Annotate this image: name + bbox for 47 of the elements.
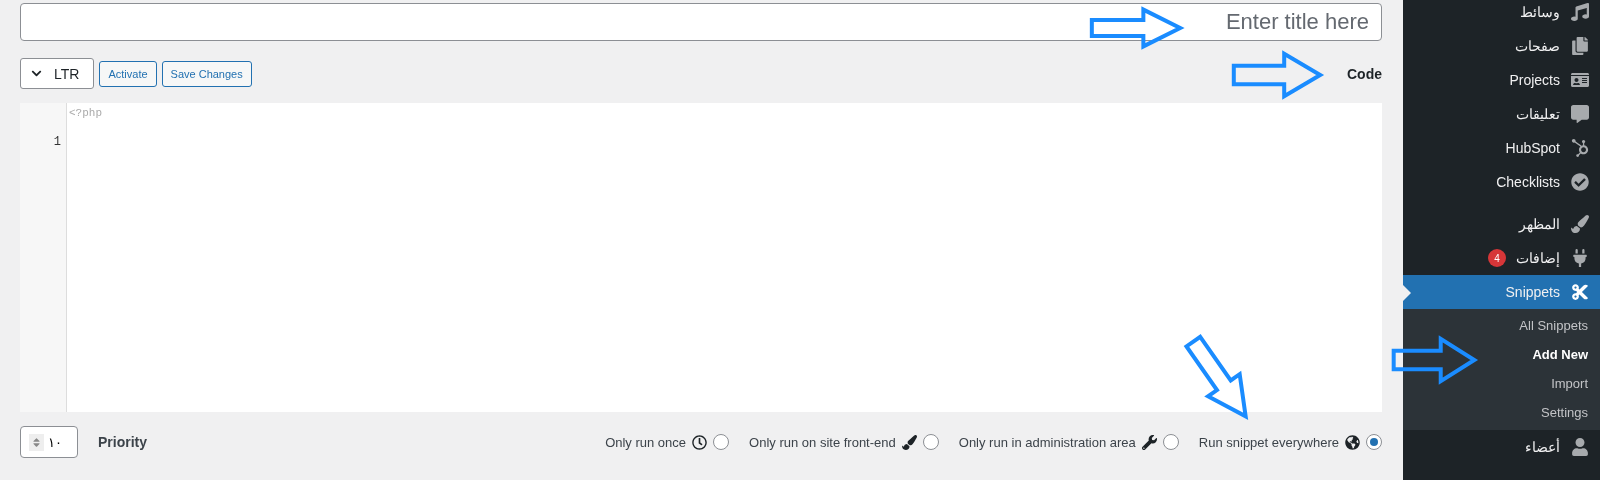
code-text: <?php bbox=[68, 106, 103, 121]
user-icon bbox=[1570, 438, 1590, 456]
clock-icon bbox=[692, 434, 708, 450]
sidebar-item[interactable]: أعضاء bbox=[1403, 430, 1600, 464]
submenu-link[interactable]: All Snippets bbox=[1519, 317, 1588, 335]
sidebar-item[interactable]: صفحات bbox=[1403, 29, 1600, 63]
globe-icon bbox=[1345, 434, 1360, 450]
scissors-icon bbox=[1570, 283, 1590, 301]
music-icon bbox=[1570, 3, 1590, 21]
sidebar-item[interactable]: المظهر bbox=[1403, 207, 1600, 241]
scope-radio[interactable] bbox=[1366, 434, 1382, 450]
sidebar-item[interactable]: Snippets bbox=[1403, 275, 1600, 309]
submenu-link[interactable]: Import bbox=[1551, 375, 1588, 393]
paintbrush-icon bbox=[901, 434, 917, 450]
sidebar-item[interactable]: Projects bbox=[1403, 63, 1600, 97]
scope-radio[interactable] bbox=[922, 434, 939, 450]
title-field[interactable]: Enter title here bbox=[20, 3, 1382, 41]
priority-label: Priority bbox=[98, 434, 147, 450]
code-heading: Code bbox=[1347, 65, 1382, 82]
speech-bubble-icon bbox=[1570, 105, 1590, 123]
direction-select[interactable]: LTR bbox=[20, 58, 95, 89]
scope-label: Only run on site front-end bbox=[749, 434, 896, 450]
chevron-icon bbox=[31, 68, 42, 79]
scope-label: Only run in administration area bbox=[958, 434, 1136, 450]
paintbrush-icon bbox=[1570, 215, 1590, 233]
plug-icon bbox=[1570, 249, 1590, 267]
save-button[interactable]: Save Changes bbox=[161, 60, 252, 87]
spinner-icon bbox=[29, 433, 44, 451]
wrench-icon bbox=[1141, 434, 1157, 450]
scope-radio[interactable] bbox=[1162, 434, 1179, 450]
scope-radio[interactable] bbox=[713, 434, 730, 450]
submenu-link[interactable]: Settings bbox=[1541, 404, 1588, 422]
scope-label: Only run once bbox=[605, 434, 687, 450]
line-number: 1 bbox=[53, 135, 61, 149]
sidebar-item[interactable]: وسائط bbox=[1403, 0, 1600, 29]
scope-label: Run snippet everywhere bbox=[1198, 434, 1339, 450]
code-editor[interactable]: 1 <?php bbox=[20, 103, 1382, 412]
sidebar-item[interactable]: HubSpot bbox=[1403, 131, 1600, 165]
priority-field[interactable]: ١٠ bbox=[20, 426, 78, 458]
id-card-icon bbox=[1570, 71, 1590, 89]
submenu-link[interactable]: Add New bbox=[1532, 346, 1588, 364]
pages-icon bbox=[1570, 37, 1590, 55]
sidebar-item[interactable]: تعليقات bbox=[1403, 97, 1600, 131]
sidebar-item[interactable]: Checklists bbox=[1403, 165, 1600, 199]
activate-button[interactable]: Activate bbox=[99, 60, 157, 87]
count-badge: 4 bbox=[1488, 249, 1506, 267]
network-icon bbox=[1570, 139, 1590, 157]
